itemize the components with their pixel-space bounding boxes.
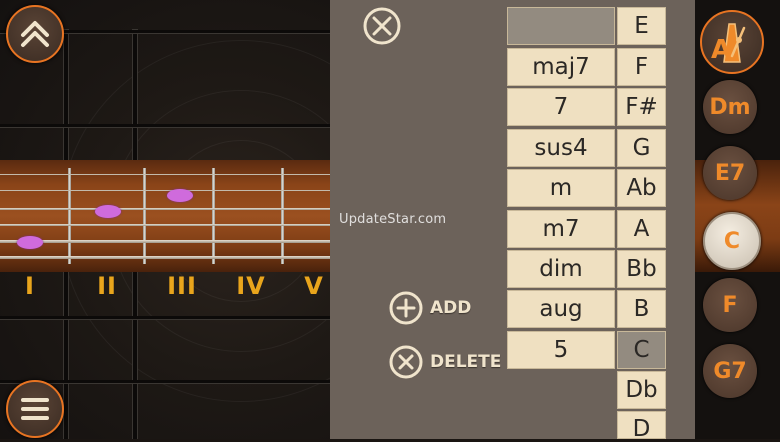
fretboard-neck[interactable] [0, 160, 330, 272]
metronome-button[interactable]: A [700, 10, 764, 74]
chord-slot-c[interactable]: C [703, 212, 761, 270]
string-6 [0, 256, 330, 259]
watermark: UpdateStar.com [339, 212, 447, 227]
chord-type-5[interactable]: 5 [507, 331, 615, 369]
menu-button[interactable] [6, 380, 64, 438]
fretboard-area: I II III IV V [0, 0, 330, 439]
chevron-double-up-icon [21, 21, 49, 47]
chord-type-dim[interactable]: dim [507, 250, 615, 288]
root-note-g[interactable]: G [617, 129, 666, 167]
fret-wire [68, 168, 71, 264]
root-note-ab[interactable]: Ab [617, 169, 666, 207]
chord-slot-f[interactable]: F [703, 278, 757, 332]
fret-number: II [97, 272, 117, 300]
string-1 [0, 174, 330, 175]
root-note-bb[interactable]: Bb [617, 250, 666, 288]
finger-dot [17, 236, 43, 249]
expand-up-button[interactable] [6, 5, 64, 63]
chord-type-sus4[interactable]: sus4 [507, 129, 615, 167]
chord-type-major[interactable] [507, 7, 615, 45]
close-circle-icon [363, 7, 401, 45]
x-circle-icon [389, 345, 423, 379]
background-line [0, 316, 330, 319]
add-label: ADD [430, 298, 472, 318]
fret-number: IV [236, 272, 266, 300]
fret-wire [143, 168, 146, 264]
root-note-e[interactable]: E [617, 7, 666, 45]
string-5 [0, 240, 330, 243]
root-note-f-sharp[interactable]: F# [617, 88, 666, 126]
delete-chord-button[interactable]: DELETE [388, 343, 501, 381]
string-4 [0, 224, 330, 226]
string-3 [0, 208, 330, 210]
svg-text:A: A [711, 35, 731, 65]
root-note-c[interactable]: C [617, 331, 666, 369]
metronome-icon: A [711, 23, 746, 65]
string-2 [0, 190, 330, 191]
plus-circle-icon [389, 291, 423, 325]
root-note-b[interactable]: B [617, 290, 666, 328]
close-button[interactable] [362, 6, 402, 46]
finger-dot [95, 205, 121, 218]
chord-type-7[interactable]: 7 [507, 88, 615, 126]
fret-number: I [25, 272, 35, 300]
chord-slot-g7[interactable]: G7 [703, 344, 757, 398]
fret-number: V [304, 272, 324, 300]
fret-number: III [167, 272, 197, 300]
background-line [0, 124, 330, 127]
chord-type-maj7[interactable]: maj7 [507, 48, 615, 86]
delete-label: DELETE [430, 352, 502, 372]
chord-slot-dm[interactable]: Dm [703, 80, 757, 134]
chord-slot-e7[interactable]: E7 [703, 146, 757, 200]
root-note-f[interactable]: F [617, 48, 666, 86]
chord-type-aug[interactable]: aug [507, 290, 615, 328]
fret-wire [212, 168, 215, 264]
root-note-a[interactable]: A [617, 210, 666, 248]
chord-type-m7[interactable]: m7 [507, 210, 615, 248]
menu-icon [21, 398, 49, 420]
root-note-d[interactable]: D [617, 411, 666, 442]
fret-wire [281, 168, 284, 264]
chord-type-m[interactable]: m [507, 169, 615, 207]
add-chord-button[interactable]: ADD [388, 289, 471, 327]
root-note-db[interactable]: Db [617, 371, 666, 409]
finger-dot [167, 189, 193, 202]
